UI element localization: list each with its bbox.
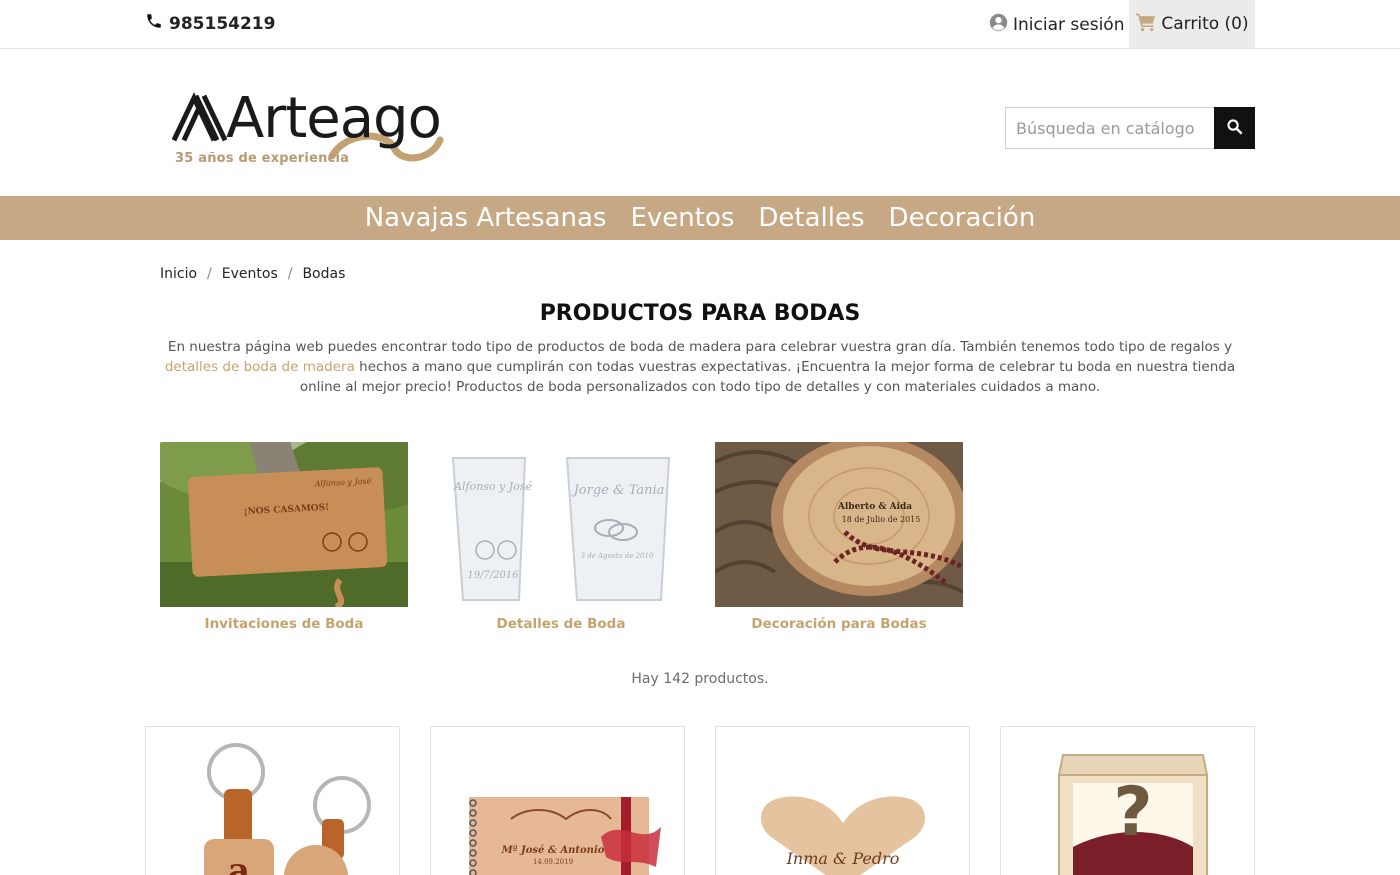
subcategory-invitaciones[interactable]: ¡NOS CASAMOS! Alfonso y José Invitacione… (160, 442, 408, 632)
login-label: Iniciar sesión (1013, 15, 1125, 35)
product-engraving: Mª José & Antonio (501, 845, 605, 856)
subcategory-image[interactable]: Alfonso y José Jorge & Tania 19/7/2016 3… (437, 442, 685, 607)
nav-item-navajas[interactable]: Navajas Artesanas (365, 203, 607, 233)
slice-engraving: Alberto & Aida (837, 502, 912, 512)
product-thumbnail: ? (1057, 754, 1209, 875)
logo-tagline: 35 años de experiencia (175, 151, 350, 166)
subcategory-detalles[interactable]: Alfonso y José Jorge & Tania 19/7/2016 3… (437, 442, 685, 632)
breadcrumb-bodas[interactable]: Bodas (302, 266, 345, 282)
intro-text: hechos a mano que cumplirán con todas vu… (299, 359, 1236, 395)
intro-text: En nuestra página web puedes encontrar t… (167, 339, 1233, 355)
product-thumbnail: Inma & Pedro (761, 796, 925, 875)
cart-button[interactable]: Carrito (0) (1129, 0, 1255, 48)
product-engraving-date: 14.09.2019 (533, 858, 573, 866)
subcategory-label[interactable]: Decoración para Bodas (715, 616, 963, 632)
slice-date: 18 de Julio de 2015 (842, 515, 921, 524)
cart-icon (1135, 12, 1157, 37)
svg-text:a: a (228, 851, 250, 875)
search-button[interactable] (1214, 107, 1255, 149)
breadcrumb-separator: / (207, 266, 212, 282)
product-card[interactable]: ? (1000, 726, 1255, 875)
subcategory-decoracion[interactable]: Alberto & Aida 18 de Julio de 2015 Decor… (715, 442, 963, 632)
search-icon (1226, 118, 1243, 138)
glass-date: 3 de Agosto de 2010 (581, 552, 654, 560)
glass-date: 19/7/2016 (467, 570, 519, 581)
product-card[interactable]: Mª José & Antonio 14.09.2019 (430, 726, 685, 875)
product-engraving: Inma & Pedro (786, 849, 900, 868)
user-icon (989, 13, 1008, 37)
search-input[interactable] (1005, 107, 1214, 149)
breadcrumb-separator: / (287, 266, 293, 282)
top-bar: 985154219 Iniciar sesión Carrito (0) (0, 0, 1400, 49)
logo-wordmark: Arteago (226, 86, 442, 151)
subcategory-label[interactable]: Detalles de Boda (437, 616, 685, 632)
product-thumbnail: a (204, 743, 371, 875)
nav-item-decoracion[interactable]: Decoración (889, 203, 1036, 233)
subcategory-image[interactable]: Alberto & Aida 18 de Julio de 2015 (715, 442, 963, 607)
search-bar (1005, 107, 1255, 149)
breadcrumb: Inicio / Eventos / Bodas (160, 266, 345, 282)
product-card[interactable]: Inma & Pedro (715, 726, 970, 875)
phone-number: 985154219 (169, 13, 276, 34)
login-link[interactable]: Iniciar sesión (989, 13, 1124, 37)
breadcrumb-inicio[interactable]: Inicio (160, 266, 197, 282)
nav-item-eventos[interactable]: Eventos (630, 203, 734, 233)
glass-engraving: Jorge & Tania (571, 483, 665, 498)
breadcrumb-eventos[interactable]: Eventos (222, 266, 278, 282)
site-logo[interactable]: Arteago 35 años de experiencia (171, 86, 472, 172)
subcategory-image[interactable]: ¡NOS CASAMOS! Alfonso y José (160, 442, 408, 607)
product-card[interactable]: a (145, 726, 400, 875)
phone-contact[interactable]: 985154219 (145, 12, 275, 35)
nav-item-detalles[interactable]: Detalles (758, 203, 864, 233)
subcategory-label[interactable]: Invitaciones de Boda (160, 616, 408, 632)
question-mark-icon: ? (1113, 773, 1152, 852)
main-nav: Navajas Artesanas Eventos Detalles Decor… (0, 196, 1400, 240)
page-title: PRODUCTOS PARA BODAS (539, 301, 861, 326)
category-description: En nuestra página web puedes encontrar t… (145, 337, 1255, 397)
product-count: Hay 142 productos. (631, 671, 769, 687)
phone-icon (145, 12, 163, 35)
intro-link[interactable]: detalles de boda de madera (165, 359, 355, 375)
product-thumbnail: Mª José & Antonio 14.09.2019 (469, 797, 661, 875)
glass-engraving: Alfonso y José (453, 480, 532, 493)
cart-label: Carrito (0) (1161, 14, 1249, 34)
